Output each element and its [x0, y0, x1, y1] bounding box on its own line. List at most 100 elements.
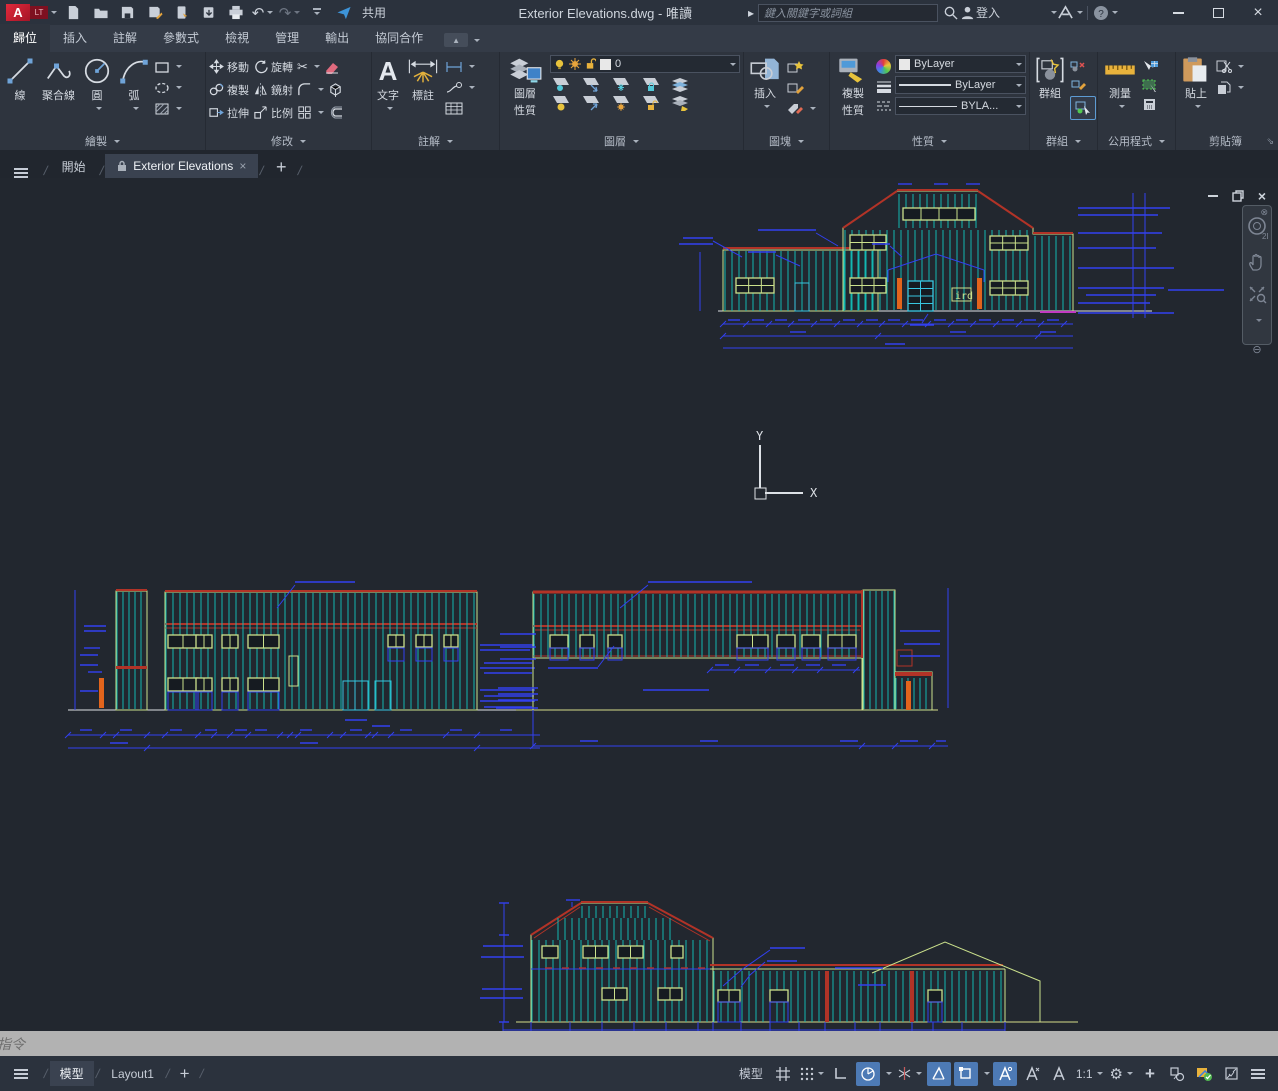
match-properties-button[interactable]: 複製性質	[833, 55, 873, 132]
ribbon-collapse-button[interactable]: ▲	[444, 33, 468, 47]
new-file-button[interactable]	[65, 4, 82, 21]
model-space-button[interactable]: 模型	[734, 1062, 768, 1086]
stretch-button[interactable]: 拉伸	[209, 104, 249, 121]
navbar-dropdown-icon[interactable]	[1256, 319, 1262, 325]
text-button[interactable]: A 文字	[375, 55, 401, 132]
erase-button[interactable]	[324, 58, 340, 75]
isodraft-menu-icon[interactable]	[916, 1072, 922, 1078]
drawing-canvas[interactable]: irdYX × ⊗ 2D ⊖	[0, 178, 1278, 1031]
panel-label-groups[interactable]: 群組	[1030, 132, 1097, 150]
search-expand-icon[interactable]: ▸	[748, 6, 754, 20]
layer-select-dropdown[interactable]: 0	[550, 55, 740, 73]
group-selection-toggle[interactable]	[1070, 96, 1096, 120]
redo-button[interactable]: ↷	[281, 4, 298, 21]
ribbon-tab-0[interactable]: 歸位	[0, 24, 50, 52]
block-attributes-button[interactable]	[786, 100, 816, 117]
share-icon[interactable]	[335, 4, 352, 21]
quick-calc-button[interactable]	[1142, 96, 1159, 113]
trim-button[interactable]: ✂	[297, 58, 320, 75]
layer-off-button[interactable]	[550, 76, 572, 92]
settings-button[interactable]: ⚙	[1108, 1062, 1135, 1086]
help-menu-icon[interactable]	[1112, 11, 1118, 17]
lineweight-button[interactable]	[876, 78, 892, 95]
group-edit-button[interactable]	[1070, 77, 1096, 94]
model-tab[interactable]: 模型	[50, 1061, 94, 1086]
save-to-web-button[interactable]	[200, 4, 217, 21]
maximize-button[interactable]	[1198, 0, 1238, 25]
ribbon-tab-2[interactable]: 註解	[100, 24, 150, 52]
grid-toggle[interactable]	[771, 1062, 795, 1086]
lineweight-dropdown[interactable]: ByLayer	[895, 76, 1026, 94]
scale-button[interactable]: 比例	[253, 104, 293, 121]
crosshair-button[interactable]: +	[1138, 1062, 1162, 1086]
arc-button[interactable]: 弧	[117, 55, 151, 132]
panel-label-annotate[interactable]: 註解	[372, 132, 499, 150]
ribbon-tab-6[interactable]: 輸出	[312, 24, 362, 52]
navigation-wheel-icon[interactable]: 2D	[1246, 216, 1268, 240]
object-color-button[interactable]	[876, 58, 892, 75]
orbit-icon[interactable]: ⊖	[1252, 343, 1261, 356]
object-snap-toggle[interactable]	[954, 1062, 978, 1086]
linetype-button[interactable]	[876, 98, 892, 115]
copy-button[interactable]: 複製	[209, 81, 249, 98]
file-tab-start[interactable]: 開始	[50, 154, 98, 178]
panel-label-clipboard[interactable]: 剪貼簿	[1176, 132, 1275, 150]
user-icon[interactable]	[959, 4, 976, 21]
close-tab-icon[interactable]: ×	[239, 159, 246, 173]
file-tab-menu-icon[interactable]	[14, 168, 28, 178]
annotation-scale-icon[interactable]	[1047, 1062, 1071, 1086]
search-input[interactable]: 鍵入關鍵字或詞組	[758, 4, 938, 22]
polyline-button[interactable]: 聚合線	[40, 55, 77, 132]
insert-block-button[interactable]: 插入	[747, 55, 783, 132]
dimension-button[interactable]: 標註	[404, 55, 442, 132]
ellipse-button[interactable]	[154, 79, 182, 96]
annotation-scale-value[interactable]: 1:1	[1074, 1062, 1105, 1086]
layer-on-all-button[interactable]	[550, 95, 572, 111]
isolate-objects-button[interactable]	[1165, 1062, 1189, 1086]
explode-button[interactable]	[328, 81, 343, 98]
ribbon-collapse-menu-icon[interactable]	[474, 39, 480, 45]
edit-block-button[interactable]	[786, 79, 816, 96]
command-line[interactable]: 指令	[0, 1031, 1278, 1056]
signin-label[interactable]: 登入	[976, 4, 1000, 21]
share-label[interactable]: 共用	[362, 4, 386, 21]
fillet-button[interactable]	[297, 81, 324, 98]
app-logo[interactable]: A LT	[6, 4, 57, 21]
annotation-autoscale-toggle[interactable]	[1020, 1062, 1044, 1086]
properties-dialog-launcher[interactable]: ⇘	[1266, 136, 1274, 147]
layer-change-button[interactable]	[670, 95, 692, 111]
paste-button[interactable]: 貼上	[1179, 55, 1213, 132]
cad-drawing[interactable]: irdYX	[0, 178, 1278, 1031]
polar-menu-icon[interactable]	[886, 1072, 892, 1078]
ribbon-tab-3[interactable]: 參數式	[150, 24, 212, 52]
line-button[interactable]: 線	[3, 55, 37, 132]
layer-match-button[interactable]	[670, 76, 692, 92]
autodesk-logo-icon[interactable]	[1057, 4, 1074, 21]
search-icon[interactable]	[942, 4, 959, 21]
minimize-button[interactable]	[1158, 0, 1198, 25]
ribbon-tab-1[interactable]: 插入	[50, 24, 100, 52]
ribbon-tab-5[interactable]: 管理	[262, 24, 312, 52]
rectangle-button[interactable]	[154, 58, 182, 75]
zoom-extents-icon[interactable]	[1247, 284, 1267, 304]
navbar-close-icon[interactable]: ⊗	[1260, 207, 1268, 218]
osnap-menu-icon[interactable]	[984, 1072, 990, 1078]
layer-thaw-all-button[interactable]	[610, 95, 632, 111]
mirror-button[interactable]: 鏡射	[253, 81, 293, 98]
measure-button[interactable]: 測量	[1101, 55, 1139, 132]
layer-unlock-all-button[interactable]	[640, 95, 662, 111]
autodesk-menu-icon[interactable]	[1077, 11, 1083, 17]
ungroup-button[interactable]	[1070, 58, 1096, 75]
open-file-button[interactable]	[92, 4, 109, 21]
layout1-tab[interactable]: Layout1	[101, 1063, 164, 1085]
layer-properties-button[interactable]: 圖層性質	[503, 55, 547, 132]
layer-unisolate-button[interactable]	[580, 95, 602, 111]
panel-label-block[interactable]: 圖塊	[744, 132, 829, 150]
save-as-button[interactable]	[146, 4, 163, 21]
status-customize-button[interactable]	[1246, 1062, 1270, 1086]
panel-label-layers[interactable]: 圖層	[500, 132, 743, 150]
save-button[interactable]	[119, 4, 136, 21]
file-tab-document[interactable]: Exterior Elevations ×	[105, 154, 258, 178]
open-from-web-button[interactable]	[173, 4, 190, 21]
clean-screen-button[interactable]	[1219, 1062, 1243, 1086]
